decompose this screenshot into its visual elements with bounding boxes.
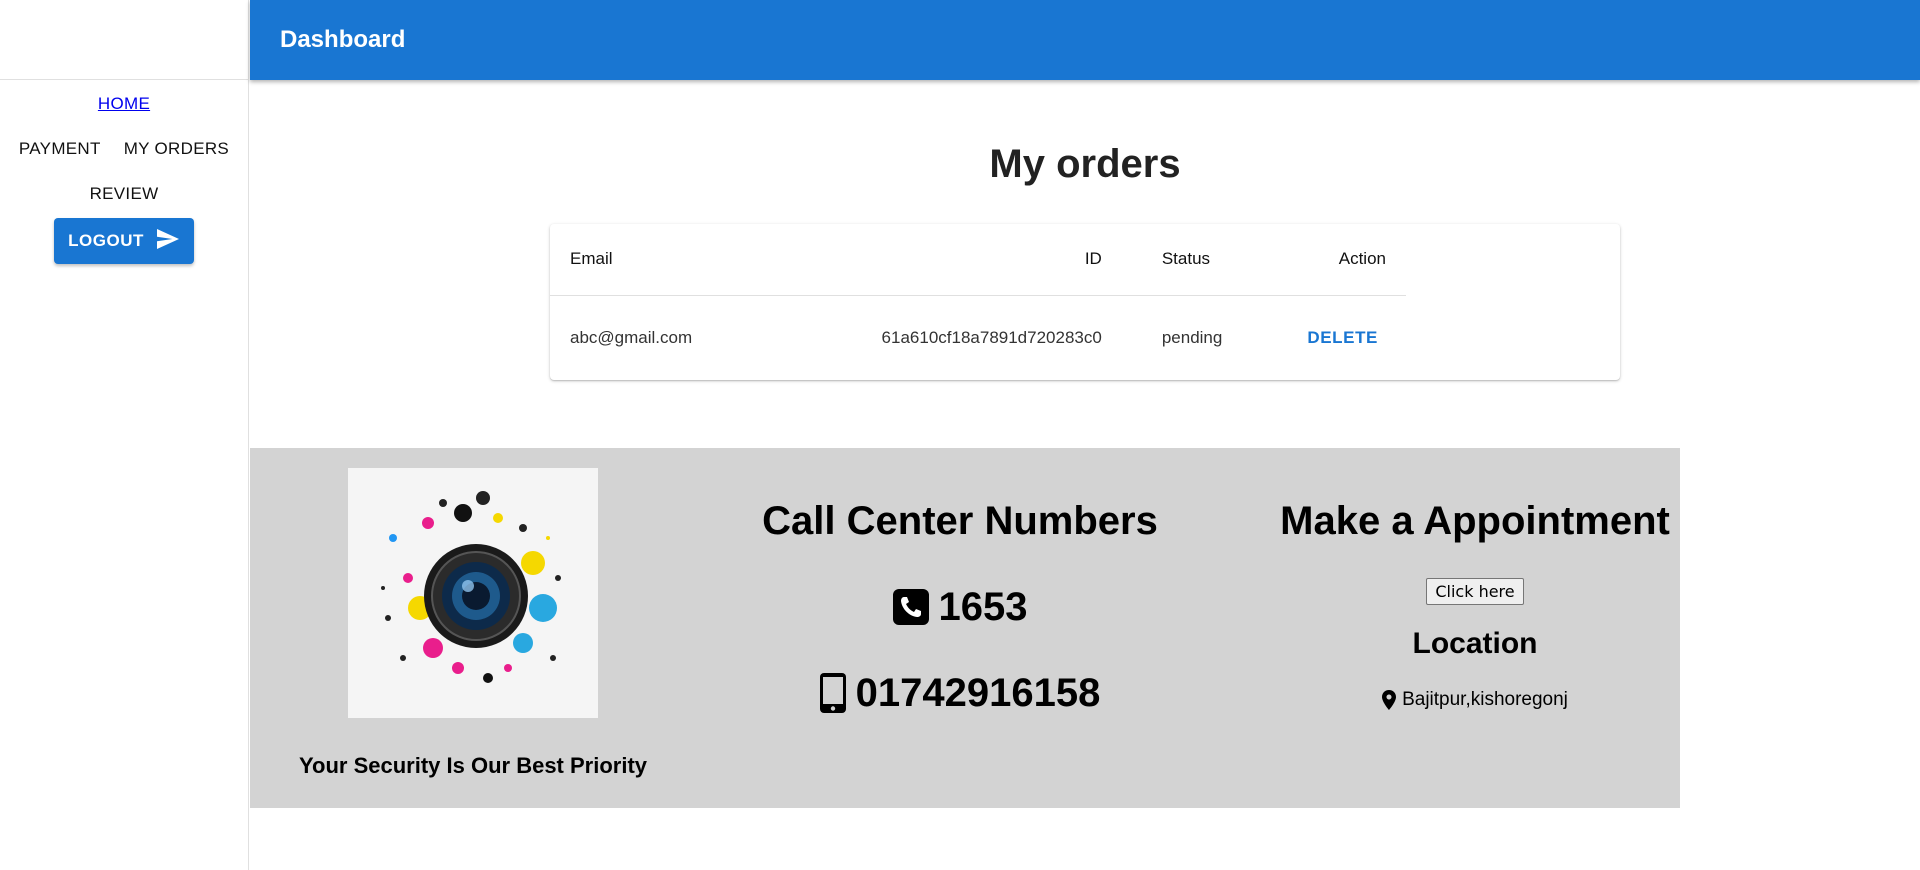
- call-center-title: Call Center Numbers: [762, 499, 1158, 543]
- nav-link-home[interactable]: HOME: [0, 92, 248, 116]
- sidebar-header: [0, 0, 248, 80]
- map-pin-icon: [1382, 690, 1397, 710]
- sidebar: HOME PAYMENT MY ORDERS REVIEW LOGOUT: [0, 0, 249, 870]
- nav-row: PAYMENT MY ORDERS: [0, 137, 248, 161]
- appointment-section: Make a Appointment Click here Location B…: [1230, 498, 1720, 711]
- phone-number: 1653: [938, 584, 1028, 629]
- page-title: My orders: [989, 142, 1181, 186]
- nav-link-my-orders[interactable]: MY ORDERS: [124, 137, 229, 161]
- appointment-title: Make a Appointment: [1280, 499, 1670, 543]
- camera-lens-logo: [348, 468, 598, 718]
- location-address: Bajitpur,kishoregonj: [1402, 689, 1568, 710]
- column-header-id: ID: [810, 224, 1122, 296]
- nav-link-payment[interactable]: PAYMENT: [19, 137, 101, 161]
- mobile-phone-icon: [819, 673, 846, 713]
- nav-link-review[interactable]: REVIEW: [0, 182, 248, 206]
- delete-button[interactable]: DELETE: [1297, 324, 1388, 352]
- send-icon: [144, 228, 180, 255]
- mobile-number: 01742916158: [855, 670, 1101, 715]
- phone-number-row: 1653: [740, 584, 1180, 630]
- mobile-number-row: 01742916158: [740, 670, 1180, 716]
- app-bar-title: Dashboard: [280, 26, 406, 53]
- table-row: abc@gmail.com 61a610cf18a7891d720283c0 p…: [550, 295, 1406, 380]
- column-header-status: Status: [1121, 224, 1252, 296]
- phone-square-icon: [892, 589, 929, 625]
- location-address-row: Bajitpur,kishoregonj: [1230, 689, 1720, 711]
- sidebar-nav: HOME PAYMENT MY ORDERS REVIEW LOGOUT: [0, 92, 248, 264]
- appointment-button[interactable]: Click here: [1426, 578, 1524, 605]
- logout-label: LOGOUT: [68, 231, 144, 250]
- app-bar: Dashboard: [250, 0, 1920, 80]
- call-center-section: Call Center Numbers 1653 01742916158: [740, 498, 1180, 716]
- order-email: abc@gmail.com: [570, 327, 693, 347]
- logout-button[interactable]: LOGOUT: [54, 218, 194, 264]
- order-id: 61a610cf18a7891d720283c0: [881, 327, 1102, 347]
- location-title: Location: [1412, 627, 1538, 660]
- order-status: pending: [1161, 327, 1223, 347]
- column-header-action: Action: [1251, 224, 1406, 296]
- orders-table: Email ID Status Action abc@gmail.com 61a…: [550, 224, 1406, 380]
- column-header-email: Email: [550, 224, 810, 296]
- orders-table-card: Email ID Status Action abc@gmail.com 61a…: [550, 224, 1620, 380]
- footer-tagline: Your Security Is Our Best Priority: [298, 753, 648, 778]
- table-header-row: Email ID Status Action: [550, 224, 1406, 296]
- order-action-cell: DELETE: [1252, 295, 1406, 380]
- footer: Your Security Is Our Best Priority Call …: [250, 448, 1680, 808]
